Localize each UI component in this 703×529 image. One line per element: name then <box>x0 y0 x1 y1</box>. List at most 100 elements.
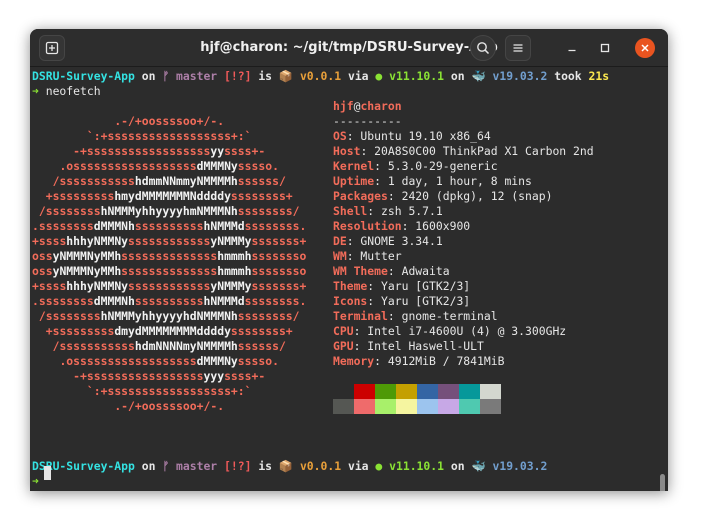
logo-line: +ssssssssshmydMMMMMMMNddddyssssssss+ <box>45 189 293 203</box>
package-icon: 📦 <box>278 69 294 83</box>
color-swatch <box>354 384 375 399</box>
info-value: : Mutter <box>346 249 402 263</box>
logo-line: /sssssssshNMMMyhhyyyyhmNMMMNhssssssss/ <box>38 204 300 218</box>
info-value: : 1 day, 1 hour, 8 mins <box>374 174 532 188</box>
info-value: : Intel Haswell-ULT <box>353 339 484 353</box>
prompt-arrow: ➜ <box>32 84 39 98</box>
command-line: ➜ neofetch <box>32 84 101 99</box>
color-swatch <box>438 384 459 399</box>
terminal-window: hjf@charon: ~/git/tmp/DSRU-Survey-App DS… <box>30 29 668 491</box>
logo-line: .ossssssssssssssssssdMMMNysssso. <box>59 354 279 368</box>
logo-line: .-/+oossssoo+/-. <box>114 114 225 128</box>
new-tab-icon <box>45 41 59 55</box>
git-status: [!?] <box>217 69 252 83</box>
info-row-packages: Packages: 2420 (dpkg), 12 (snap) <box>333 189 552 204</box>
hamburger-menu-icon <box>513 44 523 52</box>
info-value: : gnome-terminal <box>387 309 498 323</box>
logo-line: .ssssssssdMMMNhsssssssssshNMMMdssssssss. <box>32 294 307 308</box>
input-line[interactable]: ➜ <box>32 474 39 489</box>
info-value: : Yaru [GTK2/3] <box>367 279 471 293</box>
info-key: Icons <box>333 294 368 308</box>
info-key: Theme <box>333 279 368 293</box>
info-key: OS <box>333 129 347 143</box>
docker-icon: 🐳 <box>471 69 486 83</box>
package-icon: 📦 <box>278 459 294 473</box>
command-text: neofetch <box>38 84 101 98</box>
color-swatch <box>417 399 438 414</box>
logo-line: .-/+oossssoo+/-. <box>114 399 225 413</box>
info-key: Resolution <box>333 219 402 233</box>
color-swatch <box>354 399 375 414</box>
logo-line: +sssshhhyNMMNyssssssssssssyNMMMysssssss+ <box>32 234 307 248</box>
color-swatch <box>480 384 501 399</box>
logo-line: `:+ssssssssssssssssss+:` <box>86 129 252 143</box>
hostname: charon <box>360 99 402 113</box>
info-row-shell: Shell: zsh 5.7.1 <box>333 204 443 219</box>
info-row-kernel: Kernel: 5.3.0-29-generic <box>333 159 498 174</box>
info-value: : Ubuntu 19.10 x86_64 <box>346 129 491 143</box>
logo-line: /ssssssssssshdmmNNmmyNMMMMhssssss/ <box>52 174 286 188</box>
new-tab-button[interactable] <box>39 35 65 61</box>
logo-line: ossyNMMMNyMMhsssssssssssssshmmmhssssssso <box>32 264 307 278</box>
prompt-line: DSRU-Survey-App on ᚠ master [!?] is 📦 v0… <box>32 69 610 83</box>
maximize-button[interactable] <box>595 38 615 58</box>
info-key: DE <box>333 234 347 248</box>
package-version: v0.0.1 <box>293 69 342 83</box>
info-value: : Yaru [GTK2/3] <box>367 294 471 308</box>
info-row-resolution: Resolution: 1600x900 <box>333 219 470 234</box>
title-bar[interactable]: hjf@charon: ~/git/tmp/DSRU-Survey-App <box>30 29 668 67</box>
info-value: : 20A8S0C00 ThinkPad X1 Carbon 2nd <box>360 144 594 158</box>
docker-version: v19.03.2 <box>485 69 548 83</box>
close-icon <box>641 44 649 52</box>
info-key: Terminal <box>333 309 388 323</box>
color-swatch <box>459 399 480 414</box>
info-value: : 5.3.0-29-generic <box>374 159 498 173</box>
maximize-icon <box>600 43 610 53</box>
docker-version: v19.03.2 <box>485 459 548 473</box>
info-value: : Intel i7-4600U (4) @ 3.300GHz <box>353 324 567 338</box>
git-branch: master <box>169 459 218 473</box>
info-row-os: OS: Ubuntu 19.10 x86_64 <box>333 129 491 144</box>
search-button[interactable] <box>470 35 496 61</box>
search-icon <box>477 42 490 55</box>
color-swatch <box>480 399 501 414</box>
info-row-host: Host: 20A8S0C00 ThinkPad X1 Carbon 2nd <box>333 144 594 159</box>
text-cursor <box>44 466 51 480</box>
prompt-line: DSRU-Survey-App on ᚠ master [!?] is 📦 v0… <box>32 459 548 473</box>
color-swatch <box>417 384 438 399</box>
info-value: : GNOME 3.34.1 <box>346 234 443 248</box>
user-host: hjf@charon <box>333 99 402 113</box>
info-row-cpu: CPU: Intel i7-4600U (4) @ 3.300GHz <box>333 324 566 339</box>
minimize-button[interactable] <box>562 38 582 58</box>
logo-line: /sssssssshNMMMyhhyyyyhdNMMMNhssssssss/ <box>38 309 300 323</box>
info-row-theme: Theme: Yaru [GTK2/3] <box>333 279 470 294</box>
info-separator: ---------- <box>333 114 402 128</box>
color-swatch <box>396 399 417 414</box>
info-value: : 2420 (dpkg), 12 (snap) <box>387 189 553 203</box>
info-key: WM Theme <box>333 264 388 278</box>
close-button[interactable] <box>635 38 655 58</box>
info-key: Shell <box>333 204 368 218</box>
info-key: CPU <box>333 324 354 338</box>
logo-line: .ssssssssdMMMNhsssssssssshNMMMdssssssss. <box>32 219 307 233</box>
minimize-icon <box>568 49 576 52</box>
scrollbar[interactable] <box>660 474 665 491</box>
menu-button[interactable] <box>505 35 531 61</box>
info-key: Kernel <box>333 159 375 173</box>
command-duration: 21s <box>588 69 610 83</box>
color-swatch <box>375 384 396 399</box>
color-swatch <box>396 384 417 399</box>
info-value: : 4912MiB / 7841MiB <box>374 354 505 368</box>
git-status: [!?] <box>217 459 252 473</box>
info-key: Host <box>333 144 361 158</box>
terminal-area[interactable]: DSRU-Survey-App on ᚠ master [!?] is 📦 v0… <box>30 67 668 491</box>
username: hjf <box>333 99 354 113</box>
info-value: : Adwaita <box>387 264 450 278</box>
nodejs-version: v11.10.1 <box>382 459 444 473</box>
git-branch: master <box>169 69 218 83</box>
info-key: GPU <box>333 339 354 353</box>
logo-line: +sssshhhyNMMNyssssssssssssyNMMMysssssss+ <box>32 279 307 293</box>
color-swatch <box>459 384 480 399</box>
package-version: v0.0.1 <box>293 459 342 473</box>
info-row-wm-theme: WM Theme: Adwaita <box>333 264 450 279</box>
